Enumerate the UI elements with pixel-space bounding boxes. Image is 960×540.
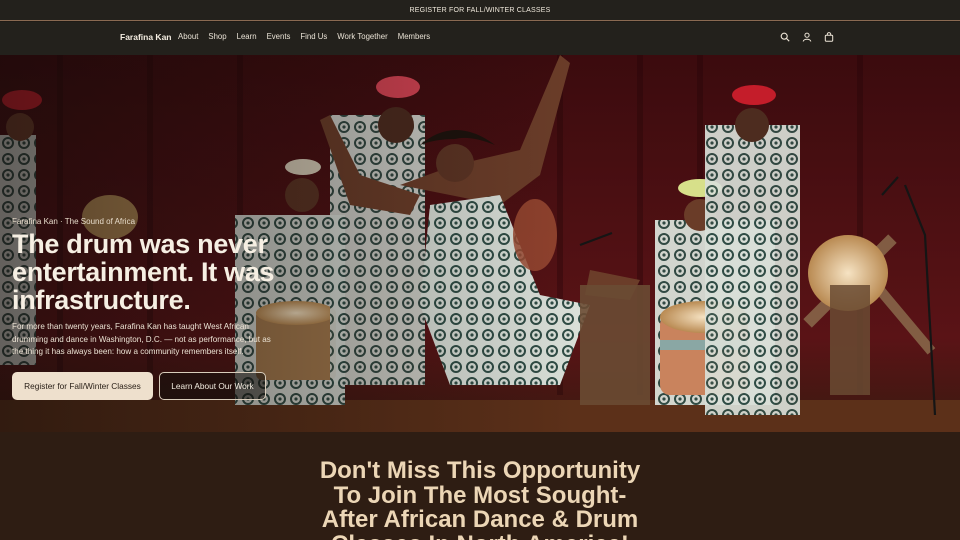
cart-icon[interactable] [824,31,834,43]
register-classes-button[interactable]: Register for Fall/Winter Classes [12,372,153,400]
announcement-bar[interactable]: REGISTER FOR FALL/WINTER CLASSES [0,0,960,21]
header-actions [780,31,834,43]
brand-logo[interactable]: Farafina Kan [120,32,172,42]
hero-section: Farafina Kan · The Sound of Africa The d… [0,55,960,432]
account-icon[interactable] [802,31,812,43]
search-icon[interactable] [780,31,790,43]
nav-about[interactable]: About [178,32,198,41]
site-header: Farafina Kan About Shop Learn Events Fin… [0,22,960,55]
nav-find-us[interactable]: Find Us [300,32,327,41]
nav-members[interactable]: Members [398,32,431,41]
hero-headline: The drum was never entertainment. It was… [12,229,275,315]
learn-about-work-button[interactable]: Learn About Our Work [159,372,266,400]
nav-work-together[interactable]: Work Together [337,32,387,41]
nav-events[interactable]: Events [267,32,291,41]
hero-eyebrow: Farafina Kan · The Sound of Africa [12,217,136,226]
promo-title: Don't Miss This Opportunity To Join The … [319,457,641,540]
announcement-text[interactable]: REGISTER FOR FALL/WINTER CLASSES [410,7,551,14]
nav-shop[interactable]: Shop [208,32,226,41]
nav-learn[interactable]: Learn [237,32,257,41]
main-nav: About Shop Learn Events Find Us Work Tog… [178,32,440,41]
hero-lede: For more than twenty years, Farafina Kan… [12,322,271,356]
promo-section: Don't Miss This Opportunity To Join The … [0,432,960,540]
